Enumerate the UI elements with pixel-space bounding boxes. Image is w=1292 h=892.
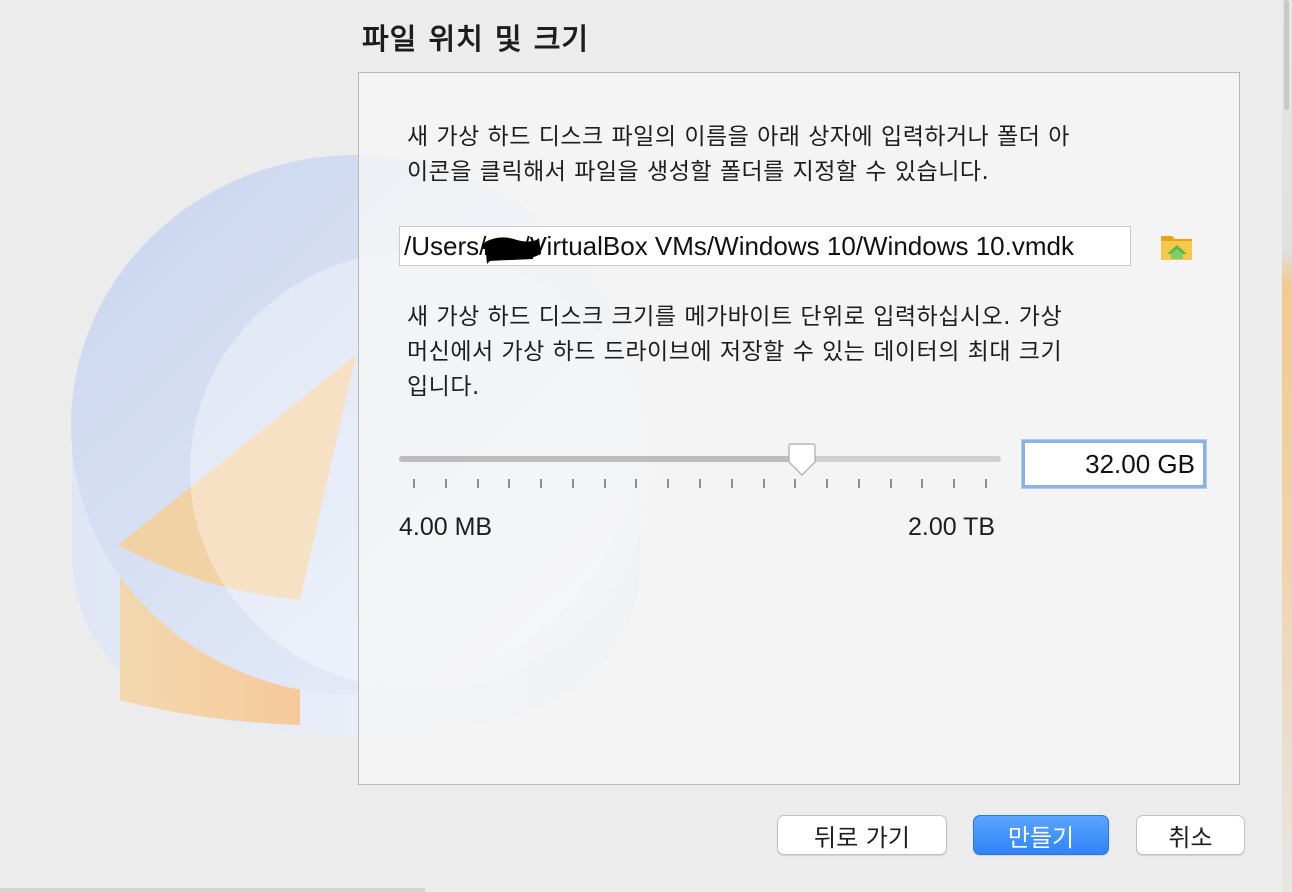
slider-min-label: 4.00 MB <box>399 513 493 541</box>
slider-tick <box>794 479 796 488</box>
location-description: 새 가상 하드 디스크 파일의 이름을 아래 상자에 입력하거나 폴더 아 이콘… <box>407 124 1070 185</box>
cancel-button[interactable]: 취소 <box>1136 815 1245 855</box>
background-window-edge <box>1282 0 1292 892</box>
slider-tick <box>540 479 542 488</box>
size-description: 새 가상 하드 디스크 크기를 메가바이트 단위로 입력하십시오. 가상 머신에… <box>407 304 1063 400</box>
slider-tick <box>508 479 510 488</box>
slider-tick <box>635 479 637 488</box>
create-virtual-hard-disk-window: 파일 위치 및 크기 새 가상 하드 디스크 파일의 이름을 아래 상자에 입력… <box>0 0 1292 892</box>
page-title: 파일 위치 및 크기 <box>362 22 590 56</box>
slider-tick <box>953 479 955 488</box>
settings-panel: 새 가상 하드 디스크 파일의 이름을 아래 상자에 입력하거나 폴더 아 이콘… <box>358 72 1240 785</box>
slider-tick <box>858 479 860 488</box>
disk-size-slider[interactable] <box>399 441 1003 491</box>
slider-tick <box>445 479 447 488</box>
window-bottom-border <box>0 888 425 892</box>
back-button[interactable]: 뒤로 가기 <box>777 815 947 855</box>
slider-fill <box>399 456 802 462</box>
folder-icon <box>1161 236 1192 260</box>
slider-tick <box>890 479 892 488</box>
slider-tick <box>413 479 415 488</box>
file-path-input[interactable] <box>399 226 1131 266</box>
slider-tick <box>731 479 733 488</box>
choose-folder-button[interactable] <box>1159 228 1195 264</box>
slider-track[interactable] <box>399 456 1001 462</box>
slider-tick <box>667 479 669 488</box>
slider-thumb[interactable] <box>786 443 818 477</box>
slider-tick <box>477 479 479 488</box>
slider-tick <box>921 479 923 488</box>
slider-tick <box>699 479 701 488</box>
slider-tick <box>572 479 574 488</box>
scroll-indicator[interactable] <box>1284 0 1289 110</box>
slider-tick <box>604 479 606 488</box>
create-button[interactable]: 만들기 <box>973 815 1109 855</box>
slider-tick <box>763 479 765 488</box>
slider-tick <box>826 479 828 488</box>
slider-tick <box>985 479 987 488</box>
slider-max-label: 2.00 TB <box>908 513 996 541</box>
disk-size-input[interactable] <box>1022 440 1206 488</box>
